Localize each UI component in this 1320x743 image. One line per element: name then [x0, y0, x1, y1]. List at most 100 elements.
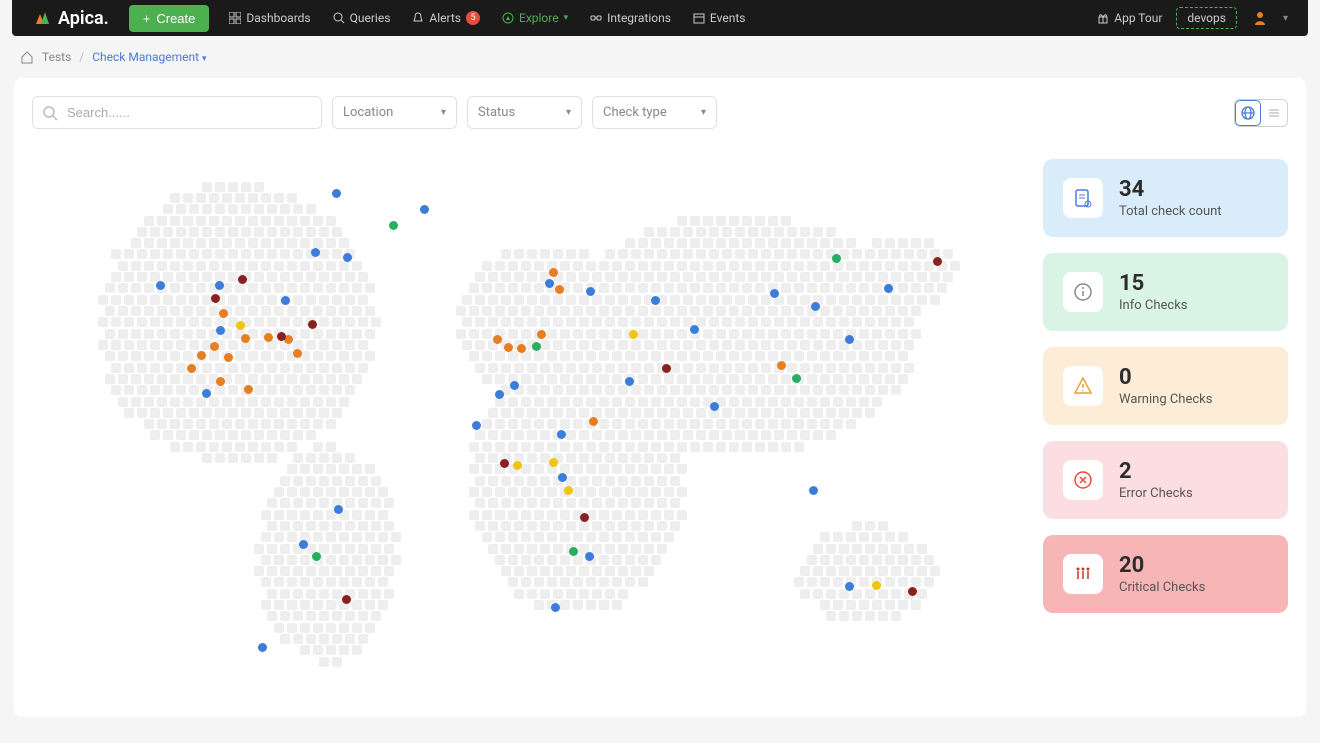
map-marker[interactable]	[238, 275, 247, 284]
map-marker[interactable]	[202, 389, 211, 398]
map-marker[interactable]	[219, 309, 228, 318]
nav-integrations[interactable]: Integrations	[590, 11, 671, 25]
nav-queries[interactable]: Queries	[333, 11, 391, 25]
map-marker[interactable]	[224, 353, 233, 362]
map-marker[interactable]	[293, 349, 302, 358]
map-marker[interactable]	[334, 505, 343, 514]
map-marker[interactable]	[510, 381, 519, 390]
map-marker[interactable]	[281, 296, 290, 305]
map-marker[interactable]	[545, 279, 554, 288]
map-marker[interactable]	[884, 284, 893, 293]
status-filter[interactable]: Status ▾	[467, 96, 582, 129]
map-marker[interactable]	[690, 325, 699, 334]
map-marker[interactable]	[216, 326, 225, 335]
map-marker[interactable]	[551, 603, 560, 612]
chevron-down-icon: ▾	[701, 107, 706, 118]
map-marker[interactable]	[564, 486, 573, 495]
map-marker[interactable]	[308, 320, 317, 329]
map-marker[interactable]	[537, 330, 546, 339]
map-marker[interactable]	[569, 547, 578, 556]
map-marker[interactable]	[580, 513, 589, 522]
map-marker[interactable]	[343, 253, 352, 262]
stat-card-doc[interactable]: 34Total check count	[1043, 159, 1288, 237]
app-tour-button[interactable]: App Tour	[1097, 11, 1162, 25]
map-marker[interactable]	[241, 334, 250, 343]
map-marker[interactable]	[500, 459, 509, 468]
map-marker[interactable]	[532, 342, 541, 351]
map-marker[interactable]	[777, 361, 786, 370]
map-marker[interactable]	[549, 458, 558, 467]
map-marker[interactable]	[555, 285, 564, 294]
map-marker[interactable]	[504, 343, 513, 352]
map-marker[interactable]	[517, 344, 526, 353]
map-marker[interactable]	[710, 402, 719, 411]
map-marker[interactable]	[586, 287, 595, 296]
map-marker[interactable]	[244, 385, 253, 394]
map-marker[interactable]	[197, 351, 206, 360]
map-marker[interactable]	[187, 364, 196, 373]
map-marker[interactable]	[558, 473, 567, 482]
map-marker[interactable]	[933, 257, 942, 266]
breadcrumb: Tests / Check Management ▾	[0, 36, 1320, 78]
map-marker[interactable]	[156, 281, 165, 290]
user-avatar-icon[interactable]	[1251, 9, 1269, 27]
search-icon	[42, 105, 58, 121]
filter-toolbar: Location ▾ Status ▾ Check type ▾	[32, 96, 1288, 129]
map-marker[interactable]	[342, 595, 351, 604]
map-marker[interactable]	[629, 330, 638, 339]
map-marker[interactable]	[495, 390, 504, 399]
map-marker[interactable]	[312, 552, 321, 561]
map-marker[interactable]	[211, 294, 220, 303]
map-marker[interactable]	[299, 540, 308, 549]
map-marker[interactable]	[589, 417, 598, 426]
location-filter[interactable]: Location ▾	[332, 96, 457, 129]
stat-card-info[interactable]: 15Info Checks	[1043, 253, 1288, 331]
map-marker[interactable]	[557, 430, 566, 439]
map-marker[interactable]	[662, 364, 671, 373]
create-button[interactable]: + Create	[129, 5, 210, 32]
map-marker[interactable]	[845, 335, 854, 344]
map-marker[interactable]	[210, 342, 219, 351]
user-menu[interactable]: devops	[1176, 7, 1237, 29]
map-marker[interactable]	[908, 587, 917, 596]
nav-alerts[interactable]: Alerts 5	[412, 11, 480, 25]
map-marker[interactable]	[651, 296, 660, 305]
world-map[interactable]	[32, 159, 1023, 699]
map-marker[interactable]	[625, 377, 634, 386]
map-marker[interactable]	[311, 248, 320, 257]
map-marker[interactable]	[513, 461, 522, 470]
map-marker[interactable]	[216, 377, 225, 386]
map-marker[interactable]	[832, 254, 841, 263]
map-marker[interactable]	[872, 581, 881, 590]
stat-card-warn[interactable]: 0Warning Checks	[1043, 347, 1288, 425]
map-marker[interactable]	[258, 643, 267, 652]
map-marker[interactable]	[264, 333, 273, 342]
breadcrumb-current[interactable]: Check Management ▾	[92, 50, 206, 64]
map-marker[interactable]	[332, 189, 341, 198]
map-marker[interactable]	[792, 374, 801, 383]
nav-dashboards[interactable]: Dashboards	[229, 11, 310, 25]
map-marker[interactable]	[277, 332, 286, 341]
chevron-down-icon[interactable]: ▾	[1283, 13, 1288, 24]
list-view-button[interactable]	[1261, 100, 1287, 126]
map-marker[interactable]	[809, 486, 818, 495]
map-marker[interactable]	[236, 321, 245, 330]
map-marker[interactable]	[585, 552, 594, 561]
map-marker[interactable]	[389, 221, 398, 230]
checktype-filter[interactable]: Check type ▾	[592, 96, 717, 129]
map-marker[interactable]	[472, 421, 481, 430]
nav-explore[interactable]: Explore ▾	[502, 11, 568, 25]
map-marker[interactable]	[770, 289, 779, 298]
map-marker[interactable]	[549, 268, 558, 277]
map-marker[interactable]	[845, 582, 854, 591]
map-marker[interactable]	[811, 302, 820, 311]
map-marker[interactable]	[493, 335, 502, 344]
stat-card-critical[interactable]: 20Critical Checks	[1043, 535, 1288, 613]
search-input[interactable]	[32, 96, 322, 129]
nav-events[interactable]: Events	[693, 11, 746, 25]
breadcrumb-root[interactable]: Tests	[42, 50, 71, 64]
map-marker[interactable]	[215, 281, 224, 290]
stat-card-error[interactable]: 2Error Checks	[1043, 441, 1288, 519]
map-view-button[interactable]	[1235, 100, 1261, 126]
map-marker[interactable]	[420, 205, 429, 214]
